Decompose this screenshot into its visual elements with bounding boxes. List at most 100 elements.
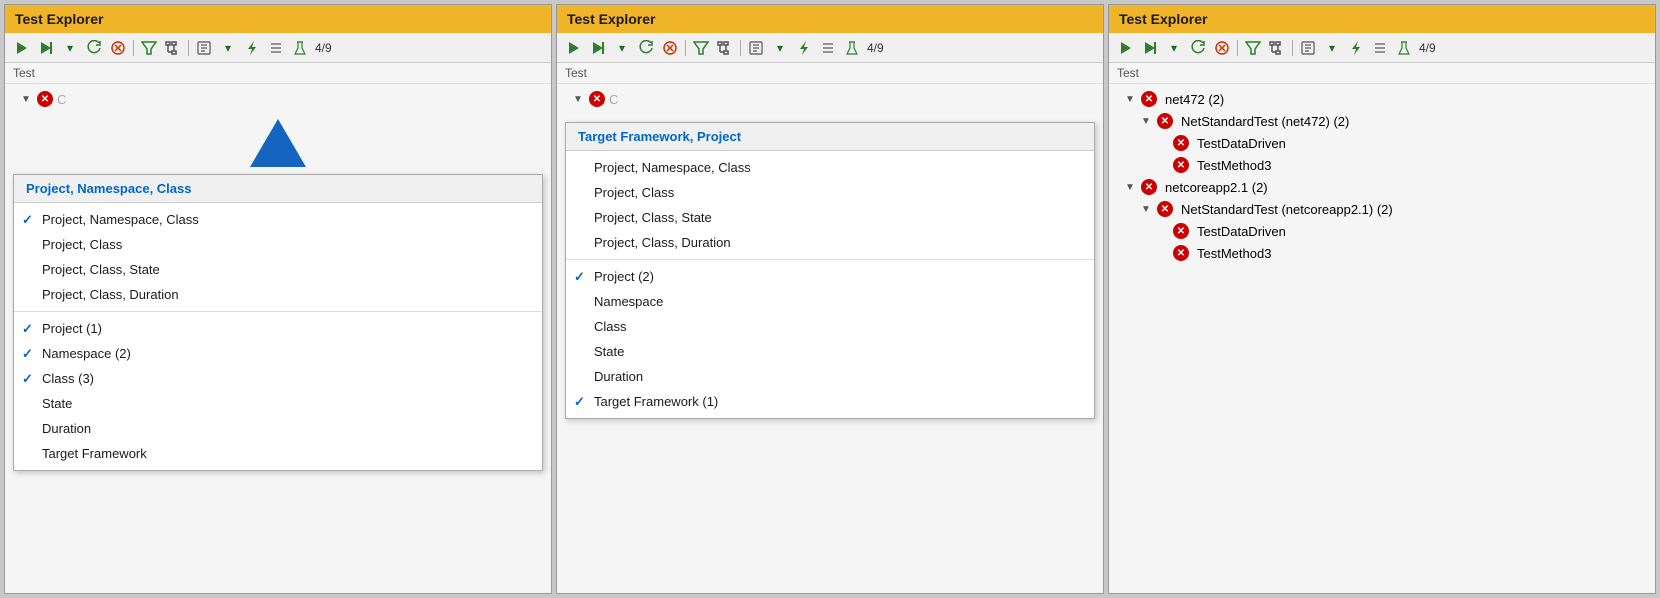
p3-playlist-button[interactable]: [1297, 37, 1319, 59]
tree-label-testmethod3-2: TestMethod3: [1197, 246, 1271, 261]
p2-group-button[interactable]: [817, 37, 839, 59]
dropdown-item-pc[interactable]: Project, Class: [14, 232, 542, 257]
tree-item-testmethod3-1[interactable]: ▶ ✕ TestMethod3: [1109, 154, 1655, 176]
error-icon-testmethod3-1: ✕: [1173, 157, 1189, 173]
panel-3-col-label: Test: [1109, 63, 1655, 84]
p3-filter-button[interactable]: [1242, 37, 1264, 59]
p2-toolbar-sep-2: [740, 40, 741, 56]
tree-item-netcore[interactable]: ▼ ✕ netcoreapp2.1 (2): [1109, 176, 1655, 198]
error-icon-net472: ✕: [1141, 91, 1157, 107]
run-button[interactable]: [35, 37, 57, 59]
p3-refresh-button[interactable]: [1187, 37, 1209, 59]
p3-live-button[interactable]: [1345, 37, 1367, 59]
expand-netcore: ▼: [1125, 182, 1137, 193]
group-button[interactable]: [265, 37, 287, 59]
dropdown-item-state1[interactable]: State: [14, 391, 542, 416]
p2-test-count: 4/9: [867, 41, 884, 55]
tree-label-netstdtest-netcore: NetStandardTest (netcoreapp2.1) (2): [1181, 202, 1393, 217]
panel-3: Test Explorer ▾ ▾: [1108, 4, 1656, 594]
dropdown-item-namespace1[interactable]: Namespace (2): [14, 341, 542, 366]
p3-flask-button[interactable]: [1393, 37, 1415, 59]
p2-filter-button[interactable]: [690, 37, 712, 59]
playlist-dropdown[interactable]: ▾: [217, 37, 239, 59]
tree-item-testmethod3-2[interactable]: ▶ ✕ TestMethod3: [1109, 242, 1655, 264]
error-icon-netstdtest-netcore: ✕: [1157, 201, 1173, 217]
p3-hierarchy-button[interactable]: [1266, 37, 1288, 59]
playlist-button[interactable]: [193, 37, 215, 59]
p2-run-dropdown[interactable]: ▾: [611, 37, 633, 59]
tree-label-testdatadriven-1: TestDataDriven: [1197, 136, 1286, 151]
p2-dropdown-targetfw[interactable]: Target Framework (1): [566, 389, 1094, 414]
tree-item-netstdtest-netcore[interactable]: ▼ ✕ NetStandardTest (netcoreapp2.1) (2): [1109, 198, 1655, 220]
p2-dropdown-pcd[interactable]: Project, Class, Duration: [566, 230, 1094, 255]
panel-1-header: Test Explorer: [5, 5, 551, 33]
tree-label-testdatadriven-2: TestDataDriven: [1197, 224, 1286, 239]
p3-run-all-button[interactable]: [1115, 37, 1137, 59]
hierarchy-button[interactable]: [162, 37, 184, 59]
dropdown-item-pcs[interactable]: Project, Class, State: [14, 257, 542, 282]
p2-playlist-button[interactable]: [745, 37, 767, 59]
filter-button[interactable]: [138, 37, 160, 59]
p2-error-icon-bg: ✕: [589, 91, 605, 107]
tree-label-testmethod3-1: TestMethod3: [1197, 158, 1271, 173]
flask-button[interactable]: [289, 37, 311, 59]
error-icon-testmethod3-2: ✕: [1173, 245, 1189, 261]
tree-label-net472: net472 (2): [1165, 92, 1224, 107]
p2-dropdown-class[interactable]: Class: [566, 314, 1094, 339]
panel-3-title: Test Explorer: [1119, 11, 1207, 27]
p2-dropdown-project[interactable]: Project (2): [566, 264, 1094, 289]
p2-dropdown-state[interactable]: State: [566, 339, 1094, 364]
panel-3-header: Test Explorer: [1109, 5, 1655, 33]
p2-dropdown-duration[interactable]: Duration: [566, 364, 1094, 389]
p3-group-button[interactable]: [1369, 37, 1391, 59]
p2-dropdown-pnc[interactable]: Project, Namespace, Class: [566, 155, 1094, 180]
panel-1-toolbar: ▾ ▾ 4/9: [5, 33, 551, 63]
tree-label-netstdtest-net472: NetStandardTest (net472) (2): [1181, 114, 1349, 129]
tree-item-net472[interactable]: ▼ ✕ net472 (2): [1109, 88, 1655, 110]
error-icon-testdatadriven-1: ✕: [1173, 135, 1189, 151]
run-dropdown[interactable]: ▾: [59, 37, 81, 59]
refresh-button[interactable]: [83, 37, 105, 59]
dropdown-item-pnc[interactable]: Project, Namespace, Class: [14, 207, 542, 232]
dropdown-item-pcd[interactable]: Project, Class, Duration: [14, 282, 542, 307]
p2-dropdown-pc[interactable]: Project, Class: [566, 180, 1094, 205]
tree-item-testdatadriven-2[interactable]: ▶ ✕ TestDataDriven: [1109, 220, 1655, 242]
panel-1-dropdown: Project, Namespace, Class Project, Names…: [13, 174, 543, 471]
panel-3-content: Test ▼ ✕ net472 (2) ▼ ✕ NetStandardTest …: [1109, 63, 1655, 593]
p2-flask-button[interactable]: [841, 37, 863, 59]
tree-item-netstdtest-net472[interactable]: ▼ ✕ NetStandardTest (net472) (2): [1109, 110, 1655, 132]
p3-run-dropdown[interactable]: ▾: [1163, 37, 1185, 59]
live-button[interactable]: [241, 37, 263, 59]
panel-2-dropdown-header[interactable]: Target Framework, Project: [566, 123, 1094, 151]
panel-2-toolbar: ▾ ▾ 4/9: [557, 33, 1103, 63]
p2-cancel-button[interactable]: [659, 37, 681, 59]
dropdown-item-targetfw1[interactable]: Target Framework: [14, 441, 542, 466]
p3-playlist-dropdown[interactable]: ▾: [1321, 37, 1343, 59]
panel-2-section-2: Project (2) Namespace Class State Durati…: [566, 260, 1094, 418]
error-icon-netstdtest-net472: ✕: [1157, 113, 1173, 129]
p3-cancel-button[interactable]: [1211, 37, 1233, 59]
panel-1: Test Explorer ▾ ▾: [4, 4, 552, 594]
p3-toolbar-sep-2: [1292, 40, 1293, 56]
panel-1-section-2: Project (1) Namespace (2) Class (3) Stat…: [14, 312, 542, 470]
p2-refresh-button[interactable]: [635, 37, 657, 59]
p2-run-all-button[interactable]: [563, 37, 585, 59]
panel-2-dropdown: Target Framework, Project Project, Names…: [565, 122, 1095, 419]
panel-2-title: Test Explorer: [567, 11, 655, 27]
run-all-button[interactable]: [11, 37, 33, 59]
tree-item-testdatadriven-1[interactable]: ▶ ✕ TestDataDriven: [1109, 132, 1655, 154]
dropdown-item-project1[interactable]: Project (1): [14, 316, 542, 341]
cancel-button[interactable]: [107, 37, 129, 59]
p2-dropdown-namespace[interactable]: Namespace: [566, 289, 1094, 314]
p2-playlist-dropdown[interactable]: ▾: [769, 37, 791, 59]
p3-run-button[interactable]: [1139, 37, 1161, 59]
toolbar-sep-1: [133, 40, 134, 56]
panel-3-tree: ▼ ✕ net472 (2) ▼ ✕ NetStandardTest (net4…: [1109, 84, 1655, 593]
p2-hierarchy-button[interactable]: [714, 37, 736, 59]
dropdown-item-class1[interactable]: Class (3): [14, 366, 542, 391]
p2-dropdown-pcs[interactable]: Project, Class, State: [566, 205, 1094, 230]
panel-1-dropdown-header[interactable]: Project, Namespace, Class: [14, 175, 542, 203]
dropdown-item-duration1[interactable]: Duration: [14, 416, 542, 441]
p2-live-button[interactable]: [793, 37, 815, 59]
p2-run-button[interactable]: [587, 37, 609, 59]
